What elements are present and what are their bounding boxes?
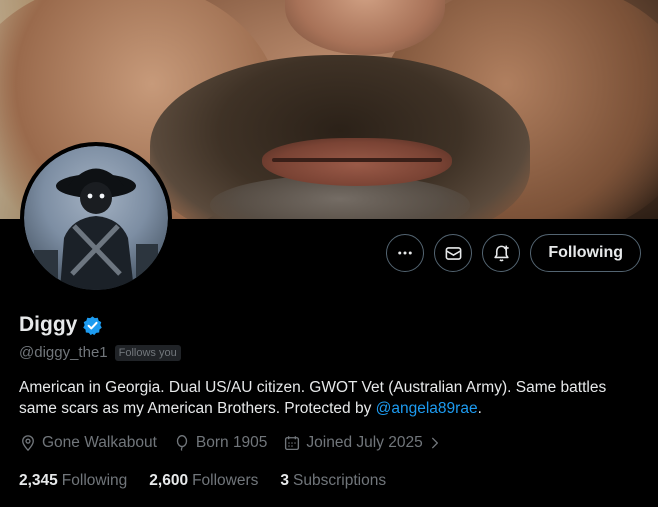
- message-button[interactable]: [434, 234, 473, 272]
- avatar-image: [24, 146, 168, 290]
- avatar[interactable]: [20, 142, 172, 294]
- profile-bio: American in Georgia. Dual US/AU citizen.…: [19, 377, 619, 419]
- notify-button[interactable]: [482, 234, 521, 272]
- location-pin-icon: [22, 435, 34, 452]
- handle-row: @diggy_the1 Follows you: [19, 344, 181, 361]
- profile-name-row: Diggy: [19, 313, 103, 337]
- notify-bell-icon: [494, 245, 509, 261]
- display-name: Diggy: [19, 313, 78, 336]
- more-button[interactable]: [386, 234, 425, 272]
- bio-mention-link[interactable]: @angela89rae: [376, 400, 478, 417]
- bio-end: .: [477, 400, 482, 417]
- username-handle: @diggy_the1: [19, 344, 108, 361]
- following-stat-link[interactable]: 2,345 Following: [19, 472, 127, 490]
- birthday-item: Born 1905: [173, 434, 268, 452]
- following-count: 2,345: [19, 472, 58, 489]
- following-label: Following: [61, 472, 128, 489]
- message-icon: [445, 246, 462, 260]
- chevron-right-icon: [431, 437, 438, 449]
- follows-you-badge: Follows you: [114, 344, 181, 361]
- subscriptions-count: 3: [280, 472, 290, 489]
- verified-badge-icon[interactable]: [82, 315, 103, 336]
- followers-count: 2,600: [149, 472, 189, 489]
- bio-text: American in Georgia. Dual US/AU citizen.…: [19, 379, 607, 417]
- balloon-icon: [176, 435, 188, 451]
- profile-stats: 2,345 Following 2,600 Followers 3 Subscr…: [19, 472, 386, 490]
- location-item: Gone Walkabout: [19, 434, 157, 452]
- calendar-icon: [285, 436, 300, 451]
- subscriptions-label: Subscriptions: [293, 472, 387, 489]
- more-icon: [398, 251, 413, 255]
- joined-text: Joined July 2025: [306, 434, 423, 451]
- following-button[interactable]: Following: [530, 234, 641, 272]
- banner-lip-line: [272, 158, 442, 162]
- joined-item[interactable]: Joined July 2025: [283, 434, 441, 452]
- subscriptions-stat-link[interactable]: 3 Subscriptions: [280, 472, 386, 490]
- profile-actions: Following: [386, 234, 641, 272]
- birthday-text: Born 1905: [195, 434, 268, 451]
- location-text: Gone Walkabout: [42, 434, 157, 451]
- banner-lips: [262, 138, 452, 186]
- followers-label: Followers: [192, 472, 259, 489]
- avatar-soldier-figure: [34, 168, 158, 290]
- profile-meta: Gone Walkabout Born 1905 Joined July 202…: [19, 434, 442, 452]
- followers-stat-link[interactable]: 2,600 Followers: [149, 472, 258, 490]
